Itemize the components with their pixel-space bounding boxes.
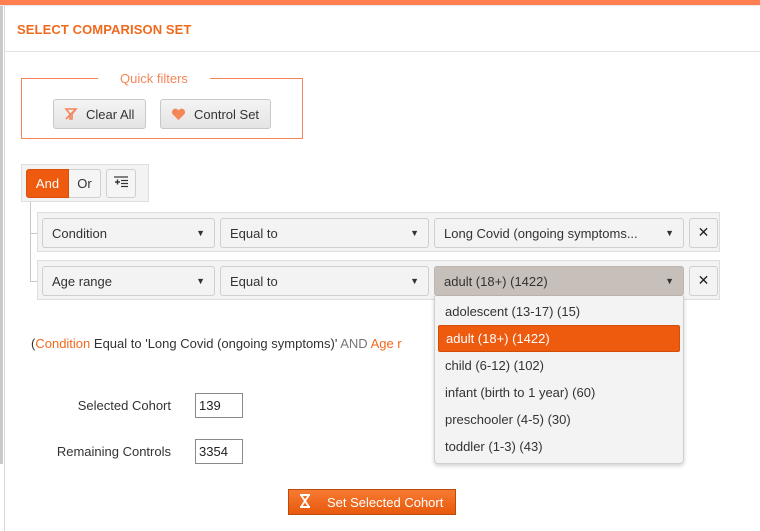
clear-all-button[interactable]: Clear All [53, 99, 146, 129]
caret-down-icon: ▼ [196, 228, 205, 238]
close-icon: ✕ [697, 273, 710, 289]
caret-down-icon: ▼ [665, 228, 674, 238]
remaining-controls-label: Remaining Controls [56, 444, 171, 459]
caret-down-icon: ▼ [665, 276, 674, 286]
add-rule-icon [114, 176, 128, 191]
and-toggle[interactable]: And [26, 169, 69, 198]
summary-text: Equal to 'Long Covid (ongoing symptoms)' [90, 336, 341, 351]
clear-filter-icon [64, 107, 78, 121]
field-select[interactable]: Condition ▼ [42, 218, 215, 248]
field-select[interactable]: Age range ▼ [42, 266, 215, 296]
or-toggle[interactable]: Or [69, 169, 101, 198]
divider [5, 51, 760, 52]
summary-conjunction: AND [340, 336, 368, 351]
selected-cohort-field[interactable]: 139 [195, 393, 243, 418]
value-select-value: adult (18+) (1422) [444, 273, 548, 289]
value-select-open[interactable]: adult (18+) (1422) ▼ [434, 266, 684, 296]
dropdown-option-selected[interactable]: adult (18+) (1422) [438, 325, 680, 352]
scrollbar-thumb[interactable] [0, 6, 3, 464]
operator-select-value: Equal to [230, 273, 278, 289]
dropdown-option[interactable]: toddler (1-3) (43) [438, 433, 680, 460]
close-icon: ✕ [697, 225, 710, 241]
operator-select-value: Equal to [230, 225, 278, 241]
section-title: SELECT COMPARISON SET [17, 22, 192, 37]
caret-down-icon: ▼ [410, 228, 419, 238]
value-select[interactable]: Long Covid (ongoing symptoms... ▼ [434, 218, 684, 248]
delete-rule-button[interactable]: ✕ [689, 266, 718, 296]
field-select-value: Condition [52, 225, 107, 241]
top-accent-bar [0, 0, 760, 6]
dropdown-option[interactable]: preschooler (4-5) (30) [438, 406, 680, 433]
control-set-label: Control Set [194, 106, 260, 122]
heart-icon [171, 108, 186, 121]
summary-field: Age r [367, 336, 402, 351]
query-summary: (Condition Equal to 'Long Covid (ongoing… [31, 336, 402, 351]
control-set-button[interactable]: Control Set [160, 99, 271, 129]
quick-filters-legend: Quick filters [120, 71, 188, 86]
add-rule-button[interactable] [106, 169, 136, 198]
selected-cohort-label: Selected Cohort [77, 398, 171, 413]
caret-down-icon: ▼ [196, 276, 205, 286]
remaining-controls-field[interactable]: 3354 [195, 439, 243, 464]
field-select-value: Age range [52, 273, 112, 289]
set-selected-cohort-button[interactable]: Set Selected Cohort [288, 489, 456, 515]
tree-connector [30, 202, 31, 281]
caret-down-icon: ▼ [410, 276, 419, 286]
summary-field: Condition [35, 336, 91, 351]
dropdown-option[interactable]: adolescent (13-17) (15) [438, 298, 680, 325]
operator-select[interactable]: Equal to ▼ [220, 218, 429, 248]
set-selected-cohort-label: Set Selected Cohort [327, 494, 444, 510]
age-range-dropdown-list: adolescent (13-17) (15) adult (18+) (142… [434, 296, 684, 464]
dropdown-option[interactable]: infant (birth to 1 year) (60) [438, 379, 680, 406]
dropdown-option[interactable]: child (6-12) (102) [438, 352, 680, 379]
clear-all-label: Clear All [86, 106, 135, 122]
value-select-value: Long Covid (ongoing symptoms... [444, 225, 638, 241]
left-scrollbar[interactable] [0, 6, 5, 531]
operator-select[interactable]: Equal to ▼ [220, 266, 429, 296]
delete-rule-button[interactable]: ✕ [689, 218, 718, 248]
dna-icon [299, 493, 311, 511]
